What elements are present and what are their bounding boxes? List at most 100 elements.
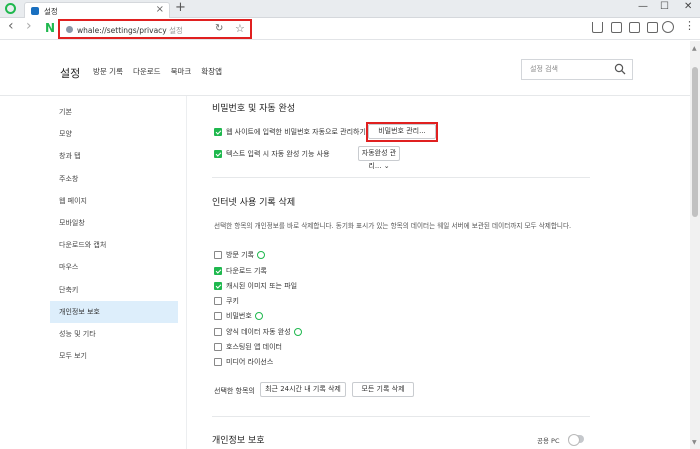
cache-checkbox[interactable] bbox=[214, 282, 222, 290]
autofill-label: 텍스트 입력 시 자동 완성 기능 사용 bbox=[226, 150, 330, 158]
window-close-icon[interactable]: ✕ bbox=[684, 1, 692, 12]
privacy-section-title: 개인정보 보호 bbox=[212, 436, 265, 446]
save-password-label: 웹 사이트에 입력한 비밀번호 자동으로 관리하기 bbox=[226, 128, 366, 136]
history-description: 선택한 항목의 개인정보를 바로 삭제합니다. 동기화 표시가 있는 항목의 데… bbox=[214, 222, 572, 230]
selected-items-label: 선택한 항목의 bbox=[214, 387, 255, 395]
section-divider bbox=[212, 177, 590, 178]
whale-sidebar-icon[interactable] bbox=[5, 3, 16, 14]
delete-all-button[interactable]: 모든 기록 삭제 bbox=[352, 382, 414, 397]
search-input[interactable] bbox=[530, 65, 615, 73]
form-data-label: 양식 데이터 자동 완성 bbox=[226, 328, 291, 336]
naver-logo[interactable]: N bbox=[45, 21, 55, 35]
tab-close-icon[interactable]: × bbox=[156, 4, 164, 15]
nav-extensions-link[interactable]: 확장앱 bbox=[201, 66, 222, 77]
tab-bar: 설정 × + — ☐ ✕ bbox=[0, 0, 700, 18]
page-title: 설정 bbox=[60, 67, 81, 80]
passwords-label: 비밀번호 bbox=[226, 312, 252, 320]
back-icon[interactable]: ‹ bbox=[8, 18, 14, 34]
settings-page: 설정 방문 기록 다운로드 북마크 확장앱 기본 모양 창과 탭 주소창 웹 페… bbox=[0, 41, 690, 449]
hosted-app-label: 호스팅된 앱 데이터 bbox=[226, 343, 282, 351]
settings-favicon-icon bbox=[31, 7, 39, 15]
nav-downloads-link[interactable]: 다운로드 bbox=[133, 66, 161, 77]
scroll-down-icon[interactable]: ▼ bbox=[692, 439, 697, 446]
sync-icon bbox=[257, 251, 265, 259]
download-icon[interactable] bbox=[592, 22, 603, 33]
password-section-title: 비밀번호 및 자동 완성 bbox=[212, 104, 296, 114]
bookmark-star-icon[interactable]: ☆ bbox=[235, 22, 245, 35]
sidebar-item-mobile[interactable]: 모바일창 bbox=[50, 212, 178, 234]
capture-icon[interactable] bbox=[611, 22, 622, 33]
shared-pc-toggle[interactable] bbox=[568, 434, 584, 446]
reload-icon[interactable]: ↻ bbox=[215, 23, 223, 34]
history-item-media-licenses[interactable]: 미디어 라이선스 bbox=[214, 357, 273, 367]
site-icon bbox=[66, 26, 73, 33]
forward-icon[interactable]: › bbox=[26, 18, 32, 34]
scroll-up-icon[interactable]: ▲ bbox=[692, 45, 697, 52]
download-history-checkbox[interactable] bbox=[214, 267, 222, 275]
nav-history-link[interactable]: 방문 기록 bbox=[93, 66, 123, 77]
media-license-checkbox[interactable] bbox=[214, 358, 222, 366]
passwords-checkbox[interactable] bbox=[214, 312, 222, 320]
cookies-checkbox[interactable] bbox=[214, 297, 222, 305]
autofill-checkbox-row[interactable]: 텍스트 입력 시 자동 완성 기능 사용 bbox=[214, 149, 330, 159]
sidebar-item-address-bar[interactable]: 주소창 bbox=[50, 168, 178, 190]
history-item-hosted-apps[interactable]: 호스팅된 앱 데이터 bbox=[214, 342, 282, 352]
scroll-thumb[interactable] bbox=[692, 67, 698, 217]
media-license-label: 미디어 라이선스 bbox=[226, 358, 274, 366]
page-scrollbar[interactable]: ▲ ▼ bbox=[690, 41, 700, 449]
settings-search[interactable] bbox=[521, 59, 633, 80]
url-text[interactable]: whale://settings/privacy 설정 bbox=[77, 25, 183, 36]
menu-more-icon[interactable]: ⋮ bbox=[684, 19, 695, 32]
sidebar-toggle-icon[interactable] bbox=[647, 22, 658, 33]
shared-pc-label: 공용 PC bbox=[537, 437, 560, 445]
save-password-checkbox[interactable] bbox=[214, 128, 222, 136]
info-icon[interactable] bbox=[629, 22, 640, 33]
delete-24h-button[interactable]: 최근 24시간 내 기록 삭제 bbox=[260, 382, 346, 397]
autofill-checkbox[interactable] bbox=[214, 150, 222, 158]
minimize-icon[interactable]: — bbox=[638, 1, 648, 12]
maximize-icon[interactable]: ☐ bbox=[660, 1, 669, 12]
hosted-app-checkbox[interactable] bbox=[214, 343, 222, 351]
tab-title: 설정 bbox=[44, 7, 58, 16]
history-item-cache[interactable]: 캐시된 이미지 또는 파일 bbox=[214, 281, 297, 291]
section-divider bbox=[212, 416, 590, 417]
new-tab-button[interactable]: + bbox=[175, 0, 186, 15]
sidebar-item-basic[interactable]: 기본 bbox=[50, 101, 178, 123]
sidebar-item-windows-tabs[interactable]: 창과 탭 bbox=[50, 145, 178, 167]
sidebar-item-mouse[interactable]: 마우스 bbox=[50, 256, 178, 278]
sidebar-item-appearance[interactable]: 모양 bbox=[50, 123, 178, 145]
save-password-checkbox-row[interactable]: 웹 사이트에 입력한 비밀번호 자동으로 관리하기 bbox=[214, 127, 366, 137]
history-item-cookies[interactable]: 쿠키 bbox=[214, 296, 239, 306]
cache-label: 캐시된 이미지 또는 파일 bbox=[226, 282, 298, 290]
search-icon[interactable] bbox=[614, 63, 626, 75]
sidebar-item-shortcuts[interactable]: 단축키 bbox=[50, 279, 178, 301]
history-section-title: 인터넷 사용 기록 삭제 bbox=[212, 198, 296, 208]
browser-toolbar: ‹ › N whale://settings/privacy 설정 ↻ ☆ ⋮ bbox=[0, 18, 700, 40]
history-item-passwords[interactable]: 비밀번호 bbox=[214, 311, 263, 321]
header-divider bbox=[0, 95, 690, 96]
sidebar-item-show-all[interactable]: 모두 보기 bbox=[50, 345, 178, 367]
address-bar[interactable]: whale://settings/privacy 설정 ↻ ☆ bbox=[58, 19, 252, 39]
history-item-downloads[interactable]: 다운로드 기록 bbox=[214, 266, 267, 276]
sidebar-item-performance[interactable]: 성능 및 기타 bbox=[50, 323, 178, 345]
manage-autofill-button[interactable]: 자동완성 관리... ⌄ bbox=[358, 146, 400, 170]
profile-icon[interactable] bbox=[662, 21, 674, 33]
form-data-checkbox[interactable] bbox=[214, 328, 222, 336]
visit-history-checkbox[interactable] bbox=[214, 251, 222, 259]
sidebar-item-download-capture[interactable]: 다운로드와 캡처 bbox=[50, 234, 178, 256]
nav-bookmarks-link[interactable]: 북마크 bbox=[171, 66, 192, 77]
sidebar-item-web-page[interactable]: 웹 페이지 bbox=[50, 190, 178, 212]
tab-settings[interactable]: 설정 × bbox=[24, 2, 170, 18]
cookies-label: 쿠키 bbox=[226, 297, 239, 305]
sidebar-item-privacy[interactable]: 개인정보 보호 bbox=[50, 300, 178, 323]
sidebar-divider bbox=[186, 96, 187, 449]
settings-sidebar: 기본 모양 창과 탭 주소창 웹 페이지 모바일창 다운로드와 캡처 마우스 단… bbox=[50, 101, 178, 367]
sync-icon bbox=[293, 328, 302, 336]
chevron-down-icon: ⌄ bbox=[383, 162, 390, 170]
header-nav: 방문 기록 다운로드 북마크 확장앱 bbox=[93, 66, 222, 77]
manage-password-highlight bbox=[366, 122, 438, 142]
history-item-visit[interactable]: 방문 기록 bbox=[214, 250, 265, 260]
download-history-label: 다운로드 기록 bbox=[226, 267, 267, 275]
history-item-autofill[interactable]: 양식 데이터 자동 완성 bbox=[214, 327, 302, 337]
sync-icon bbox=[254, 312, 263, 320]
